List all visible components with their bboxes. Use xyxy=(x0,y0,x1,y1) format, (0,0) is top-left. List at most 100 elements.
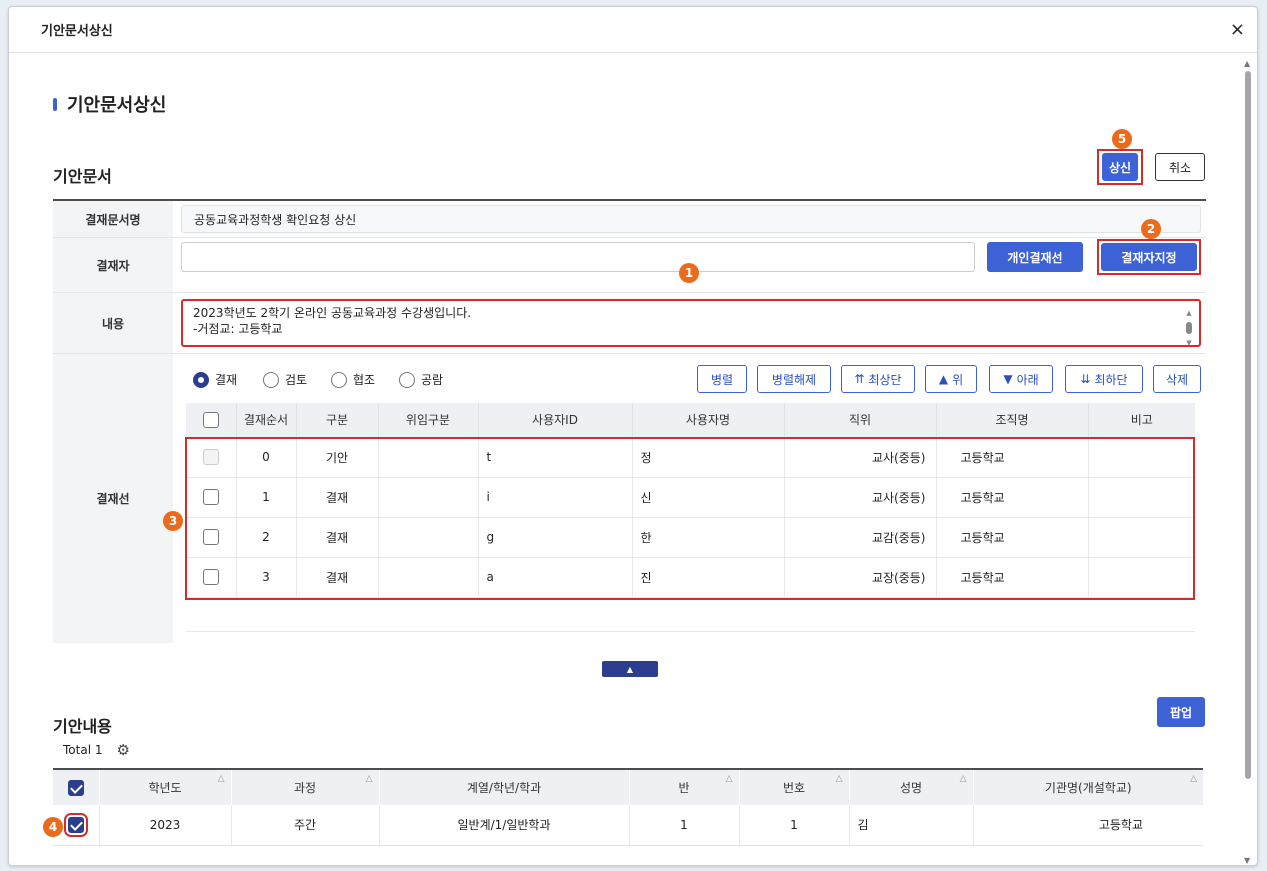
column-header-label: 기관명(개설학교) xyxy=(1044,781,1132,795)
radio-cooperate[interactable]: 협조 xyxy=(331,371,375,388)
dialog-titlebar: 기안문서상신 × xyxy=(9,7,1257,53)
caret-up-icon: ▲ xyxy=(626,664,634,674)
parallel-button[interactable]: 병렬 xyxy=(697,365,747,393)
cell-school: 고등학교 xyxy=(973,805,1203,846)
title-bar-icon xyxy=(53,97,57,111)
content-textarea[interactable]: 2023학년도 2학기 온라인 공동교육과정 수강생입니다. -거점교: 고등학… xyxy=(181,299,1201,347)
move-top-icon: ⇈ xyxy=(854,372,865,386)
column-header: 위임구분 xyxy=(378,403,479,438)
column-header-label: 과정 xyxy=(293,781,317,795)
radio-label: 협조 xyxy=(353,373,376,387)
triangle-up-icon: ▲ xyxy=(938,372,949,386)
column-header[interactable]: 번호 △ xyxy=(739,768,850,805)
triangle-down-icon: ▼ xyxy=(1003,372,1013,386)
table-empty-row xyxy=(186,597,1195,632)
gear-icon[interactable]: ⚙ xyxy=(116,741,129,759)
sort-icon[interactable]: △ xyxy=(366,774,373,784)
column-header: 직위 xyxy=(784,403,937,438)
column-header: 계열/학년/학과 xyxy=(379,768,630,805)
row-divider xyxy=(53,292,1206,293)
submit-button[interactable]: 상신 xyxy=(1102,153,1138,181)
unparallel-button[interactable]: 병렬해제 xyxy=(757,365,831,393)
delete-button[interactable]: 삭제 xyxy=(1153,365,1201,393)
sort-icon[interactable]: △ xyxy=(960,774,967,784)
doc-name-label: 결재문서명 xyxy=(53,201,173,237)
section-title-draft-doc: 기안문서 xyxy=(53,167,112,186)
column-header[interactable]: 반 △ xyxy=(629,768,740,805)
select-all-checkbox[interactable] xyxy=(202,411,219,428)
column-header[interactable]: 학년도 △ xyxy=(99,768,232,805)
header-checkbox-cell[interactable] xyxy=(186,403,237,438)
table-header: 학년도 △ 과정 △ 계열/학년/학과 반 △ 번호 △ 성명 △ 기관명(개설학교) △ xyxy=(53,768,1203,805)
scroll-down-icon[interactable]: ▼ xyxy=(1244,856,1250,865)
column-header: 조직명 xyxy=(936,403,1089,438)
vertical-scrollbar[interactable]: ▲ ▼ xyxy=(1243,59,1253,865)
move-down-button[interactable]: ▼ 아래 xyxy=(989,365,1053,393)
approver-label: 결재자 xyxy=(53,238,173,292)
move-top-button[interactable]: ⇈ 최상단 xyxy=(841,365,915,393)
radio-label: 결재 xyxy=(215,373,238,387)
close-icon[interactable]: × xyxy=(1230,19,1245,40)
move-up-button[interactable]: ▲ 위 xyxy=(925,365,977,393)
approver-input[interactable] xyxy=(181,242,975,272)
move-bottom-button[interactable]: ⇊ 최하단 xyxy=(1065,365,1143,393)
radio-review-indicator[interactable] xyxy=(263,371,279,388)
radio-review[interactable]: 검토 xyxy=(263,371,307,388)
assign-approver-button[interactable]: 결재자지정 xyxy=(1101,243,1197,271)
popup-button[interactable]: 팝업 xyxy=(1157,697,1205,727)
row-checkbox[interactable] xyxy=(63,812,88,837)
cell-dept: 일반계/1/일반학과 xyxy=(379,805,630,846)
scrollbar-thumb[interactable] xyxy=(1245,71,1251,779)
table-row[interactable]: 2023 주간 일반계/1/일반학과 1 1 김 고등학교 xyxy=(53,805,1203,846)
cell-year: 2023 xyxy=(99,805,232,846)
row-divider xyxy=(53,237,1206,238)
step-badge-3: 3 xyxy=(163,511,183,531)
step-badge-2: 2 xyxy=(1141,219,1161,239)
sort-icon[interactable]: △ xyxy=(1190,774,1197,784)
personal-line-button[interactable]: 개인결재선 xyxy=(987,242,1083,272)
section-title-draft-content: 기안내용 xyxy=(53,717,112,736)
content-label: 내용 xyxy=(53,293,173,353)
draft-content-table: 학년도 △ 과정 △ 계열/학년/학과 반 △ 번호 △ 성명 △ 기관명(개설학교) △ … xyxy=(53,768,1203,846)
scroll-up-icon[interactable]: ▲ xyxy=(1244,59,1250,68)
textarea-scrollbar[interactable]: ▲ ▼ xyxy=(1185,305,1193,345)
content-line: -거점교: 고등학교 xyxy=(193,322,283,336)
step-badge-5: 5 xyxy=(1112,129,1132,149)
header-checkbox-cell[interactable] xyxy=(53,768,100,805)
row-divider xyxy=(53,353,1206,354)
column-header-label: 반 xyxy=(678,781,690,795)
column-header[interactable]: 성명 △ xyxy=(849,768,974,805)
approval-form: 결재문서명 공동교육과정학생 확인요청 상신 결재자 개인결재선 결재자지정 2… xyxy=(53,199,1206,643)
sort-icon[interactable]: △ xyxy=(726,774,733,784)
cancel-button[interactable]: 취소 xyxy=(1155,153,1205,181)
column-header-label: 학년도 xyxy=(148,781,182,795)
move-bottom-label: 최하단 xyxy=(1094,372,1128,387)
total-label: Total 1 xyxy=(63,743,103,757)
highlight-approval-rows xyxy=(185,437,1195,600)
column-header-label: 성명 xyxy=(899,781,923,795)
collapse-toggle[interactable]: ▲ xyxy=(602,661,658,677)
select-all-checkbox[interactable] xyxy=(67,779,84,796)
step-badge-1: 1 xyxy=(679,263,699,283)
radio-view-indicator[interactable] xyxy=(399,371,415,388)
radio-approve[interactable]: 결재 xyxy=(193,371,237,388)
total-count: Total 1 ⚙ xyxy=(63,741,130,759)
radio-view[interactable]: 공람 xyxy=(399,371,443,388)
dialog: 기안문서상신 × ▲ ▼ 기안문서상신 기안문서 5 상신 취소 결재문서명 공… xyxy=(8,6,1258,866)
column-header[interactable]: 과정 △ xyxy=(231,768,380,805)
column-header[interactable]: 기관명(개설학교) △ xyxy=(973,768,1203,805)
move-bottom-icon: ⇊ xyxy=(1080,372,1091,386)
radio-cooperate-indicator[interactable] xyxy=(331,371,347,388)
step-badge-4: 4 xyxy=(43,817,63,837)
page-title: 기안문서상신 xyxy=(53,91,166,117)
content-line: 2023학년도 2학기 온라인 공동교육과정 수강생입니다. xyxy=(193,306,472,320)
sort-icon[interactable]: △ xyxy=(836,774,843,784)
column-header-label: 번호 xyxy=(782,781,806,795)
sort-icon[interactable]: △ xyxy=(218,774,225,784)
cell-name: 김 xyxy=(849,805,974,846)
cell-class: 1 xyxy=(629,805,740,846)
move-up-label: 위 xyxy=(952,372,964,387)
cell-course: 주간 xyxy=(231,805,380,846)
column-header: 사용자ID xyxy=(478,403,633,438)
radio-approve-indicator[interactable] xyxy=(193,371,209,388)
